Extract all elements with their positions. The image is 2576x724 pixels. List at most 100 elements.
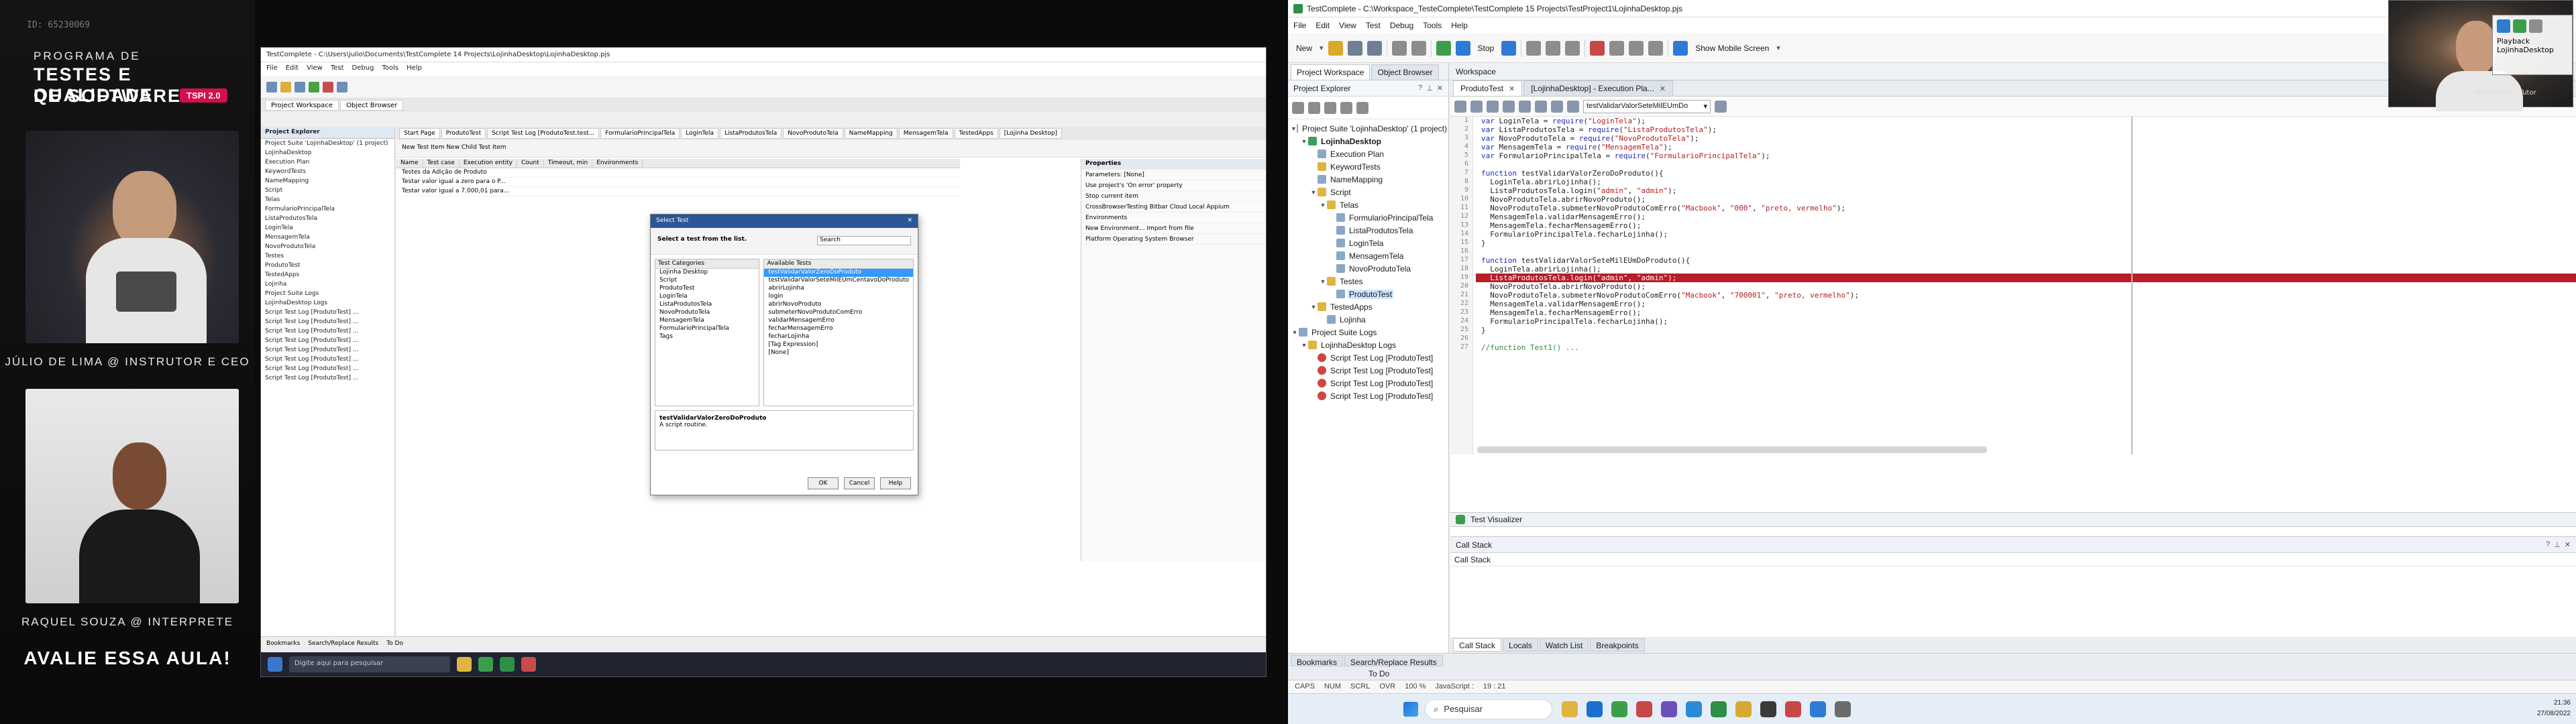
rec-tab-workspace[interactable]: Project Workspace	[265, 100, 339, 111]
app-icon[interactable]	[1785, 701, 1801, 717]
close-icon[interactable]: ✕	[1660, 84, 1666, 93]
pin-icon[interactable]: ⊥	[1426, 84, 1433, 93]
rec-ws-tab[interactable]: [Lojinha Desktop]	[999, 128, 1063, 139]
rec-ws-tab[interactable]: TestedApps	[954, 128, 998, 139]
run-icon[interactable]	[1436, 40, 1451, 56]
tree-view-icon[interactable]	[1308, 101, 1320, 114]
record-icon[interactable]	[323, 81, 333, 93]
tree-node[interactable]: ProdutoTest	[1288, 288, 1448, 300]
pause-icon[interactable]	[2529, 19, 2542, 33]
tab-breakpoints[interactable]: Breakpoints	[1590, 638, 1645, 652]
tree-node[interactable]: Execution Plan	[1288, 147, 1448, 160]
rec-tree-node[interactable]: Script	[261, 186, 394, 195]
rec-menu-item[interactable]: Debug	[352, 64, 374, 74]
expand-toggle-icon[interactable]: ▼	[1309, 304, 1318, 310]
rec-ws-tab[interactable]: ProdutoTest	[441, 128, 486, 139]
rec-tree-node[interactable]: Project Suite Logs	[261, 289, 394, 298]
rec-ws-tab[interactable]: MensagemTela	[898, 128, 953, 139]
rec-tree-node[interactable]: MensagemTela	[261, 233, 394, 242]
rec-grid-row[interactable]: Testar valor igual a zero para o P...	[396, 178, 960, 187]
category-item[interactable]: LoginTela	[655, 293, 759, 301]
show-mobile-screen-button[interactable]: Show Mobile Screen	[1693, 44, 1772, 53]
rec-bottom-tab[interactable]: To Do	[386, 640, 403, 649]
chrome-icon[interactable]	[1611, 701, 1627, 717]
rec-tree-node[interactable]: Project Suite 'LojinhaDesktop' (1 projec…	[261, 139, 394, 148]
edge-icon[interactable]	[1587, 701, 1603, 717]
rec-bottom-tab[interactable]: Search/Replace Results	[308, 640, 378, 649]
bookmark-icon[interactable]	[1519, 100, 1531, 113]
tab-execution-plan[interactable]: [LojinhaDesktop] - Execution Pla... ✕	[1523, 80, 1673, 96]
tree-node[interactable]: Script Test Log [ProdutoTest]	[1288, 377, 1448, 389]
rec-tree-node[interactable]: Telas	[261, 195, 394, 204]
rec-tree-node[interactable]: ProdutoTest	[261, 261, 394, 270]
tree-node[interactable]: ▼ TestedApps	[1288, 300, 1448, 313]
vscode-icon[interactable]	[1686, 701, 1702, 717]
category-item[interactable]: Script	[655, 277, 759, 285]
close-icon[interactable]: ✕	[2565, 540, 2571, 549]
app-icon[interactable]	[1810, 701, 1826, 717]
rec-tree-node[interactable]: Script Test Log [ProdutoTest] ...	[261, 317, 394, 326]
test-item[interactable]: abrirNovoProduto	[764, 301, 913, 309]
stop-icon[interactable]	[1455, 40, 1470, 56]
tree-node[interactable]: ▼ Telas	[1288, 198, 1448, 211]
windows-start-icon[interactable]	[1403, 701, 1418, 717]
tree-node[interactable]: ListaProdutosTela	[1288, 224, 1448, 237]
testcomplete-icon[interactable]	[1711, 701, 1727, 717]
tree-node[interactable]: LoginTela	[1288, 237, 1448, 249]
tree-node[interactable]: Script Test Log [ProdutoTest]	[1288, 351, 1448, 364]
help-icon[interactable]: ?	[1418, 84, 1422, 93]
pin-icon[interactable]: ⊥	[2554, 540, 2561, 549]
rec-tree-node[interactable]: Testes	[261, 251, 394, 261]
tree-node[interactable]: MensagemTela	[1288, 249, 1448, 262]
cancel-button[interactable]: Cancel	[844, 477, 875, 489]
rec-tree-node[interactable]: Script Test Log [ProdutoTest] ...	[261, 364, 394, 373]
to-do-tab[interactable]: To Do	[1288, 668, 2576, 680]
tab-produtotest[interactable]: ProdutoTest ✕	[1453, 80, 1523, 96]
filter-icon[interactable]	[1340, 101, 1352, 114]
tree-node[interactable]: ▼ LojinhaDesktop	[1288, 135, 1448, 147]
tree-node[interactable]: Script Test Log [ProdutoTest]	[1288, 389, 1448, 402]
collapse-icon[interactable]	[1356, 101, 1368, 114]
rec-tree-node[interactable]: Execution Plan	[261, 158, 394, 167]
rec-tree-node[interactable]: KeywordTests	[261, 167, 394, 176]
options-icon[interactable]	[1648, 40, 1664, 56]
rec-tab-browser[interactable]: Object Browser	[340, 100, 404, 111]
close-icon[interactable]: ✕	[907, 217, 912, 225]
forward-icon[interactable]	[1551, 100, 1563, 113]
rec-tree-node[interactable]: NameMapping	[261, 176, 394, 186]
test-item[interactable]: fecharLojinha	[764, 333, 913, 341]
category-item[interactable]: Tags	[655, 333, 759, 341]
tab-call-stack[interactable]: Call Stack	[1453, 638, 1502, 652]
test-item[interactable]: [Tag Expression]	[764, 341, 913, 349]
expand-toggle-icon[interactable]: ▼	[1291, 125, 1297, 132]
dialog-search-input[interactable]: Search	[817, 236, 911, 245]
menu-edit[interactable]: Edit	[1316, 21, 1330, 30]
rec-bottom-tab[interactable]: Bookmarks	[266, 640, 300, 649]
uncomment-icon[interactable]	[1503, 100, 1515, 113]
test-item[interactable]: submeterNovoProdutoComErro	[764, 309, 913, 317]
save-all-icon[interactable]	[1366, 40, 1382, 56]
stop-button[interactable]: Stop	[1475, 44, 1497, 53]
rec-ws-tab[interactable]: Start Page	[399, 128, 440, 139]
rec-menu-item[interactable]: View	[307, 64, 323, 74]
chrome-icon[interactable]	[478, 657, 493, 672]
rec-tree-node[interactable]: Script Test Log [ProdutoTest] ...	[261, 345, 394, 355]
outdent-icon[interactable]	[1470, 100, 1483, 113]
rec-ws-tab[interactable]: ListaProdutosTela	[720, 128, 782, 139]
expand-toggle-icon[interactable]: ▼	[1319, 278, 1327, 285]
menu-debug[interactable]: Debug	[1390, 21, 1413, 30]
rec-tree-node[interactable]: Lojinha	[261, 280, 394, 289]
taskbar-search[interactable]: ⌕ Pesquisar	[1425, 699, 1552, 719]
add-icon[interactable]	[1292, 101, 1304, 114]
rec-menu-item[interactable]: Test	[331, 64, 344, 74]
category-item[interactable]: Lojinha Desktop	[655, 269, 759, 277]
tab-watch-list[interactable]: Watch List	[1539, 638, 1589, 652]
close-icon[interactable]: ✕	[1437, 84, 1443, 93]
expand-toggle-icon[interactable]: ▼	[1319, 202, 1327, 208]
rec-tree-node[interactable]: Script Test Log [ProdutoTest] ...	[261, 355, 394, 364]
test-item[interactable]: abrirLojinha	[764, 285, 913, 293]
run-project-icon[interactable]	[1324, 101, 1336, 114]
redo-icon[interactable]	[1411, 40, 1426, 56]
tree-node[interactable]: ▼ Project Suite 'LojinhaDesktop' (1 proje…	[1288, 122, 1448, 135]
rec-ws-tab[interactable]: FormularioPrincipalTela	[600, 128, 680, 139]
